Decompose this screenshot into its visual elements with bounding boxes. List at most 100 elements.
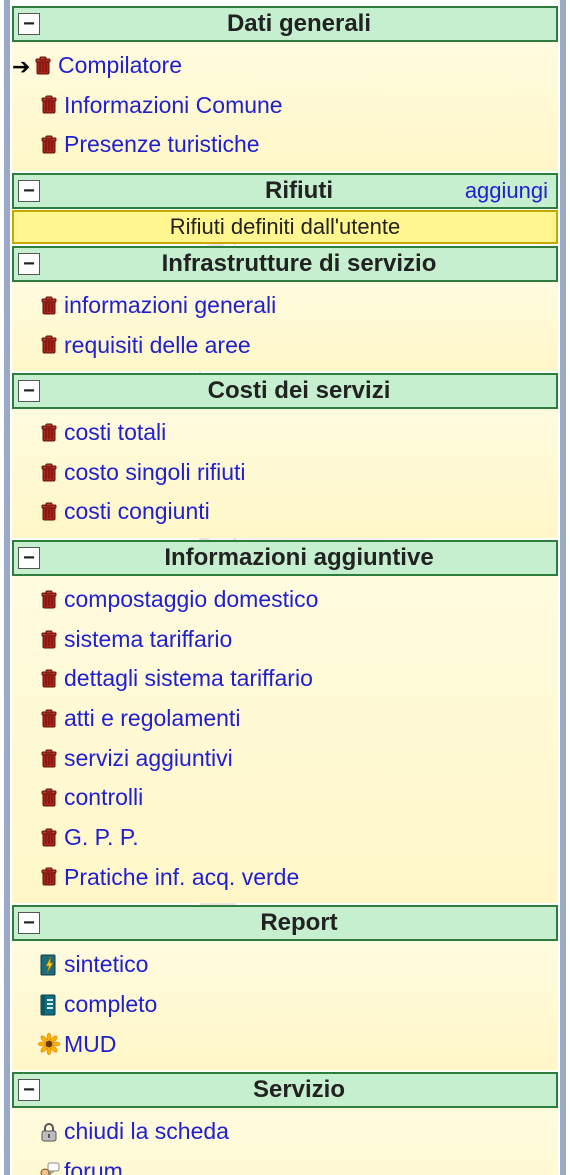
lock-icon bbox=[38, 1121, 60, 1143]
flower-icon bbox=[38, 1033, 60, 1055]
section-items-dati_generali: ➔ Compilatore Informazioni Comune Presen… bbox=[12, 42, 558, 171]
collapse-toggle[interactable]: − bbox=[18, 180, 40, 202]
section-title: Costi dei servizi bbox=[46, 377, 552, 405]
nav-item[interactable]: MUD bbox=[14, 1025, 556, 1065]
nav-item-label: dettagli sistema tariffario bbox=[64, 661, 313, 697]
collapse-toggle[interactable]: − bbox=[18, 253, 40, 275]
nav-item-label: forum bbox=[64, 1154, 123, 1175]
nav-item[interactable]: costi congiunti bbox=[14, 492, 556, 532]
nav-item-label: requisiti delle aree bbox=[64, 328, 251, 364]
nav-item[interactable]: Informazioni Comune bbox=[14, 86, 556, 126]
trash-icon bbox=[40, 502, 58, 522]
section-costi: −Costi dei servizi costi totali costo si… bbox=[12, 373, 558, 538]
trash-icon bbox=[38, 866, 60, 888]
section-header-info_agg: −Informazioni aggiuntive bbox=[12, 540, 558, 576]
nav-item-label: Informazioni Comune bbox=[64, 88, 283, 124]
trash-icon bbox=[38, 334, 60, 356]
section-items-infrastrutture: informazioni generali requisiti delle ar… bbox=[12, 282, 558, 371]
section-header-infrastrutture: −Infrastrutture di servizio bbox=[12, 246, 558, 282]
nav-item-label: atti e regolamenti bbox=[64, 701, 240, 737]
nav-item-label: Compilatore bbox=[58, 48, 182, 84]
nav-item[interactable]: sistema tariffario bbox=[14, 620, 556, 660]
trash-icon bbox=[38, 827, 60, 849]
trash-icon bbox=[40, 867, 58, 887]
section-items-report: sintetico completo MUD bbox=[12, 941, 558, 1070]
collapse-toggle[interactable]: − bbox=[18, 547, 40, 569]
nav-item[interactable]: costo singoli rifiuti bbox=[14, 453, 556, 493]
report-bolt-icon bbox=[38, 954, 60, 976]
trash-icon bbox=[38, 462, 60, 484]
section-rifiuti: −RifiutiaggiungiRifiuti definiti dall'ut… bbox=[12, 173, 558, 244]
section-title: Infrastrutture di servizio bbox=[46, 250, 552, 278]
nav-item[interactable]: Pratiche inf. acq. verde bbox=[14, 858, 556, 898]
section-header-rifiuti: −Rifiutiaggiungi bbox=[12, 173, 558, 209]
nav-item[interactable]: G. P. P. bbox=[14, 818, 556, 858]
section-action-rifiuti[interactable]: aggiungi bbox=[465, 178, 548, 204]
section-title: Dati generali bbox=[46, 10, 552, 38]
nav-item-label: informazioni generali bbox=[64, 288, 276, 324]
section-header-costi: −Costi dei servizi bbox=[12, 373, 558, 409]
trash-icon bbox=[38, 94, 60, 116]
nav-item-label: Presenze turistiche bbox=[64, 127, 260, 163]
nav-item[interactable]: requisiti delle aree bbox=[14, 326, 556, 366]
nav-item-label: costi congiunti bbox=[64, 494, 210, 530]
trash-icon bbox=[40, 669, 58, 689]
nav-item[interactable]: chiudi la scheda bbox=[14, 1112, 556, 1152]
trash-icon bbox=[38, 501, 60, 523]
trash-icon bbox=[40, 335, 58, 355]
trash-icon bbox=[40, 590, 58, 610]
section-header-servizio: −Servizio bbox=[12, 1072, 558, 1108]
nav-item[interactable]: Presenze turistiche bbox=[14, 125, 556, 165]
trash-icon bbox=[32, 55, 54, 77]
nav-item[interactable]: atti e regolamenti bbox=[14, 699, 556, 739]
section-title: Report bbox=[46, 909, 552, 937]
nav-item[interactable]: compostaggio domestico bbox=[14, 580, 556, 620]
section-dati_generali: −Dati generali➔ Compilatore Informazioni… bbox=[12, 6, 558, 171]
collapse-toggle[interactable]: − bbox=[18, 912, 40, 934]
report-book-icon bbox=[38, 994, 60, 1016]
nav-item[interactable]: costi totali bbox=[14, 413, 556, 453]
section-header-report: −Report bbox=[12, 905, 558, 941]
nav-item[interactable]: dettagli sistema tariffario bbox=[14, 659, 556, 699]
nav-item[interactable]: forum bbox=[14, 1152, 556, 1175]
trash-icon bbox=[34, 56, 52, 76]
trash-icon bbox=[38, 422, 60, 444]
report-book-icon bbox=[39, 994, 59, 1016]
nav-item-label: completo bbox=[64, 987, 157, 1023]
nav-item[interactable]: ➔ Compilatore bbox=[14, 46, 556, 86]
nav-item-label: Pratiche inf. acq. verde bbox=[64, 860, 299, 896]
nav-item[interactable]: sintetico bbox=[14, 945, 556, 985]
nav-item-label: compostaggio domestico bbox=[64, 582, 318, 618]
trash-icon bbox=[40, 788, 58, 808]
nav-item-label: chiudi la scheda bbox=[64, 1114, 229, 1150]
collapse-toggle[interactable]: − bbox=[18, 380, 40, 402]
section-servizio: −Servizio chiudi la scheda forum termina… bbox=[12, 1072, 558, 1175]
lock-icon bbox=[38, 1121, 60, 1143]
nav-item-label: sistema tariffario bbox=[64, 622, 232, 658]
nav-item[interactable]: servizi aggiuntivi bbox=[14, 739, 556, 779]
collapse-toggle[interactable]: − bbox=[18, 1079, 40, 1101]
trash-icon bbox=[38, 134, 60, 156]
section-items-info_agg: compostaggio domestico sistema tariffari… bbox=[12, 576, 558, 903]
nav-item-label: costo singoli rifiuti bbox=[64, 455, 246, 491]
current-arrow-icon: ➔ bbox=[12, 56, 32, 76]
trash-icon bbox=[40, 630, 58, 650]
nav-item-label: controlli bbox=[64, 780, 143, 816]
flower-icon bbox=[38, 1033, 60, 1055]
nav-item[interactable]: completo bbox=[14, 985, 556, 1025]
trash-icon bbox=[40, 709, 58, 729]
trash-icon bbox=[38, 787, 60, 809]
nav-item[interactable]: controlli bbox=[14, 778, 556, 818]
trash-icon bbox=[40, 749, 58, 769]
report-bolt-icon bbox=[39, 954, 59, 976]
nav-frame: −Dati generali➔ Compilatore Informazioni… bbox=[4, 0, 566, 1175]
nav-item[interactable]: informazioni generali bbox=[14, 286, 556, 326]
collapse-toggle[interactable]: − bbox=[18, 13, 40, 35]
section-header-dati_generali: −Dati generali bbox=[12, 6, 558, 42]
trash-icon bbox=[38, 668, 60, 690]
nav-panel: −Dati generali➔ Compilatore Informazioni… bbox=[12, 6, 558, 1175]
trash-icon bbox=[38, 708, 60, 730]
section-items-costi: costi totali costo singoli rifiuti costi… bbox=[12, 409, 558, 538]
trash-icon bbox=[38, 589, 60, 611]
trash-icon bbox=[38, 295, 60, 317]
